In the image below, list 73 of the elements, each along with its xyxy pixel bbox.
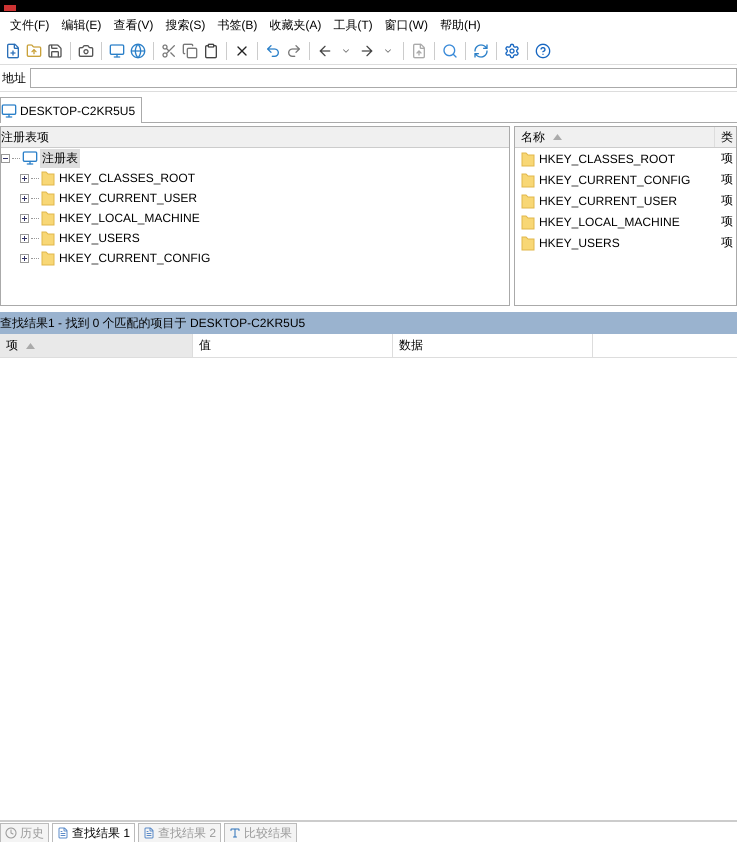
text-document-icon — [229, 827, 242, 839]
column-header[interactable]: 名称 — [515, 127, 715, 147]
folder-icon — [41, 250, 55, 266]
tree-item[interactable]: 注册表 — [40, 148, 80, 168]
folder-icon — [521, 172, 535, 188]
expand-icon[interactable] — [20, 174, 29, 182]
tree-item[interactable]: HKEY_CURRENT_USER — [57, 190, 200, 206]
app-icon — [4, 5, 16, 11]
expand-icon[interactable] — [20, 214, 29, 222]
folder-icon — [41, 190, 55, 206]
document-tab[interactable]: DESKTOP-C2KR5U5 — [0, 97, 142, 123]
menu-item[interactable]: 查看(V) — [107, 16, 160, 34]
tree-item[interactable]: HKEY_CLASSES_ROOT — [57, 170, 198, 186]
expand-icon[interactable] — [20, 194, 29, 202]
camera-icon[interactable] — [77, 42, 95, 60]
document-icon — [57, 827, 69, 839]
results-status-bar: 查找结果1 - 找到 0 个匹配的项目于 DESKTOP-C2KR5U5 — [0, 312, 737, 334]
folder-icon — [521, 234, 535, 250]
cut-icon[interactable] — [160, 42, 178, 60]
collapse-icon[interactable] — [1, 154, 10, 162]
search-icon[interactable] — [441, 42, 459, 60]
folder-icon — [41, 170, 55, 186]
undo-icon[interactable] — [264, 42, 282, 60]
menu-item[interactable]: 搜索(S) — [159, 16, 212, 34]
list-item[interactable]: HKEY_USERS — [515, 234, 715, 250]
monitor-icon[interactable] — [108, 42, 126, 60]
clipboard-icon[interactable] — [202, 42, 220, 60]
folder-icon — [41, 230, 55, 246]
expand-icon[interactable] — [20, 234, 29, 242]
document-icon — [143, 827, 156, 839]
table-cell-text: 项 — [720, 150, 734, 167]
menu-item[interactable]: 工具(T) — [327, 16, 379, 34]
list-item[interactable]: HKEY_CURRENT_CONFIG — [515, 172, 715, 188]
tree-item[interactable]: HKEY_LOCAL_MACHINE — [57, 210, 202, 226]
menu-item[interactable]: 帮助(H) — [434, 16, 487, 34]
tree-item[interactable]: HKEY_USERS — [57, 230, 142, 246]
monitor-icon — [22, 150, 38, 166]
list-item[interactable]: HKEY_CLASSES_ROOT — [515, 150, 715, 166]
globe-icon[interactable] — [129, 42, 147, 60]
menu-item[interactable]: 收藏夹(A) — [263, 16, 328, 34]
table-cell-text: 项 — [720, 213, 734, 230]
list-item[interactable]: HKEY_CURRENT_USER — [515, 192, 715, 208]
column-header[interactable]: 项 — [0, 334, 193, 357]
column-header[interactable]: 类 — [715, 127, 736, 147]
folder-icon — [521, 192, 535, 208]
help-icon[interactable] — [534, 42, 552, 60]
address-field[interactable] — [30, 68, 737, 88]
column-header[interactable]: 数据 — [393, 334, 593, 357]
new-file-icon[interactable] — [4, 42, 22, 60]
refresh-icon[interactable] — [472, 42, 490, 60]
folder-icon — [41, 210, 55, 226]
tree-item[interactable]: HKEY_CURRENT_CONFIG — [57, 250, 212, 266]
table-cell-text: 项 — [720, 234, 734, 251]
clock-icon — [5, 827, 17, 839]
menu-item[interactable]: 窗口(W) — [378, 16, 434, 34]
monitor-icon — [1, 102, 17, 118]
expand-icon[interactable] — [20, 254, 29, 262]
menu-item[interactable]: 书签(B) — [211, 16, 264, 34]
redo-icon[interactable] — [285, 42, 303, 60]
settings-icon[interactable] — [503, 42, 521, 60]
address-label: 地址 — [2, 70, 26, 86]
save-icon[interactable] — [46, 42, 64, 60]
table-cell-text: 项 — [720, 192, 734, 209]
menu-item[interactable]: 编辑(E) — [55, 16, 108, 34]
pane-header: 注册表项 — [1, 127, 509, 148]
bottom-tab[interactable]: 查找结果 1 — [52, 823, 136, 842]
copy-icon[interactable] — [181, 42, 199, 60]
table-cell-text: 项 — [720, 171, 734, 188]
column-header[interactable]: 值 — [193, 334, 393, 357]
folder-icon — [521, 214, 535, 230]
folder-icon — [521, 150, 535, 166]
menu-item[interactable]: 文件(F) — [4, 16, 56, 34]
list-item[interactable]: HKEY_LOCAL_MACHINE — [515, 214, 715, 230]
